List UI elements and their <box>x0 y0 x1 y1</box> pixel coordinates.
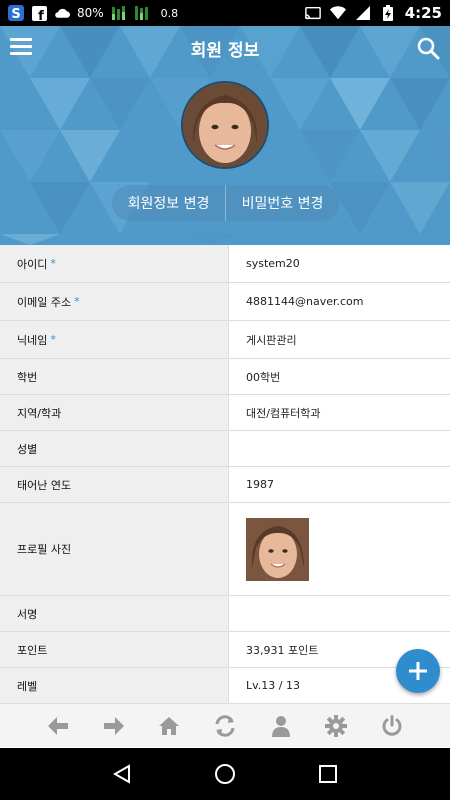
nav-recents-icon[interactable] <box>316 762 340 786</box>
table-row: 포인트 33,931 포인트 <box>0 632 450 668</box>
field-value: 00학번 <box>246 370 281 384</box>
table-row: 지역/학과 대전/컴퓨터학과 <box>0 395 450 431</box>
table-row: 닉네임 * 게시판관리 <box>0 321 450 359</box>
battery-percent-text: 80% <box>77 6 104 20</box>
field-label: 성별 <box>0 431 229 466</box>
nav-home-icon[interactable] <box>213 762 237 786</box>
search-icon[interactable] <box>416 36 440 60</box>
field-label: 서명 <box>0 596 229 631</box>
app-bar: 회원 정보 <box>0 26 450 70</box>
field-label: 닉네임 * <box>0 321 229 358</box>
profile-avatar <box>181 81 269 169</box>
equalizer-icon <box>111 5 127 21</box>
table-row: 레벨 Lv.13 / 13 <box>0 668 450 704</box>
field-label: 태어난 연도 <box>0 467 229 502</box>
svg-text:S: S <box>11 7 20 21</box>
s-app-icon: S <box>8 5 24 21</box>
field-label: 아이디 * <box>0 245 229 282</box>
system-navigation-bar <box>0 748 450 800</box>
field-label: 학번 <box>0 359 229 394</box>
cloud-icon <box>54 5 70 21</box>
field-label: 지역/학과 <box>0 395 229 430</box>
home-icon[interactable] <box>156 713 182 739</box>
profile-header: 회원 정보 회원정보 변경 비밀번호 변경 <box>0 26 450 245</box>
change-password-button[interactable]: 비밀번호 변경 <box>226 193 339 213</box>
field-value <box>229 503 450 595</box>
field-label: 프로필 사진 <box>0 503 229 595</box>
status-bar: S f 80% 0.8 4:25 <box>0 0 450 26</box>
field-value: 대전/컴퓨터학과 <box>246 406 321 420</box>
profile-photo-thumbnail[interactable] <box>246 517 309 581</box>
required-mark: * <box>74 295 80 308</box>
table-row: 성별 <box>0 431 450 467</box>
table-row: 프로필 사진 <box>0 503 450 596</box>
table-row: 아이디 * system20 <box>0 245 450 283</box>
battery-charging-icon <box>380 5 396 21</box>
field-value: system20 <box>246 257 300 270</box>
table-row: 태어난 연도 1987 <box>0 467 450 503</box>
clock-text: 4:25 <box>404 4 442 22</box>
field-value: 1987 <box>246 478 274 491</box>
field-value: 게시판관리 <box>246 333 297 347</box>
nav-back-icon[interactable] <box>110 762 134 786</box>
table-row: 서명 <box>0 596 450 632</box>
equalizer-icon <box>134 5 150 21</box>
svg-text:f: f <box>38 9 44 21</box>
bottom-toolbar <box>0 703 450 747</box>
required-mark: * <box>50 257 56 270</box>
cast-icon <box>304 5 321 21</box>
user-icon[interactable] <box>268 713 294 739</box>
field-label: 이메일 주소 * <box>0 283 229 320</box>
member-info-table: 아이디 * system20 이메일 주소 * 4881144@naver.com … <box>0 245 450 704</box>
table-row: 학번 00학번 <box>0 359 450 395</box>
required-mark: * <box>50 333 56 346</box>
facebook-icon: f <box>31 5 47 21</box>
plus-icon <box>409 662 427 680</box>
hamburger-menu-icon[interactable] <box>10 38 32 58</box>
page-title: 회원 정보 <box>190 40 260 61</box>
wifi-icon <box>329 5 346 21</box>
field-value <box>229 596 450 631</box>
profile-actions: 회원정보 변경 비밀번호 변경 <box>112 185 339 221</box>
signal-icon <box>355 5 371 21</box>
back-arrow-icon[interactable] <box>45 713 71 739</box>
network-speed-text: 0.8 <box>160 6 179 20</box>
settings-gear-icon[interactable] <box>323 713 349 739</box>
field-value <box>229 431 450 466</box>
field-label: 레벨 <box>0 668 229 703</box>
forward-arrow-icon[interactable] <box>101 713 127 739</box>
add-fab-button[interactable] <box>396 649 440 693</box>
edit-profile-button[interactable]: 회원정보 변경 <box>112 193 225 213</box>
field-value: 4881144@naver.com <box>246 295 364 308</box>
field-label: 포인트 <box>0 632 229 667</box>
table-row: 이메일 주소 * 4881144@naver.com <box>0 283 450 321</box>
refresh-icon[interactable] <box>212 713 238 739</box>
power-icon[interactable] <box>379 713 405 739</box>
